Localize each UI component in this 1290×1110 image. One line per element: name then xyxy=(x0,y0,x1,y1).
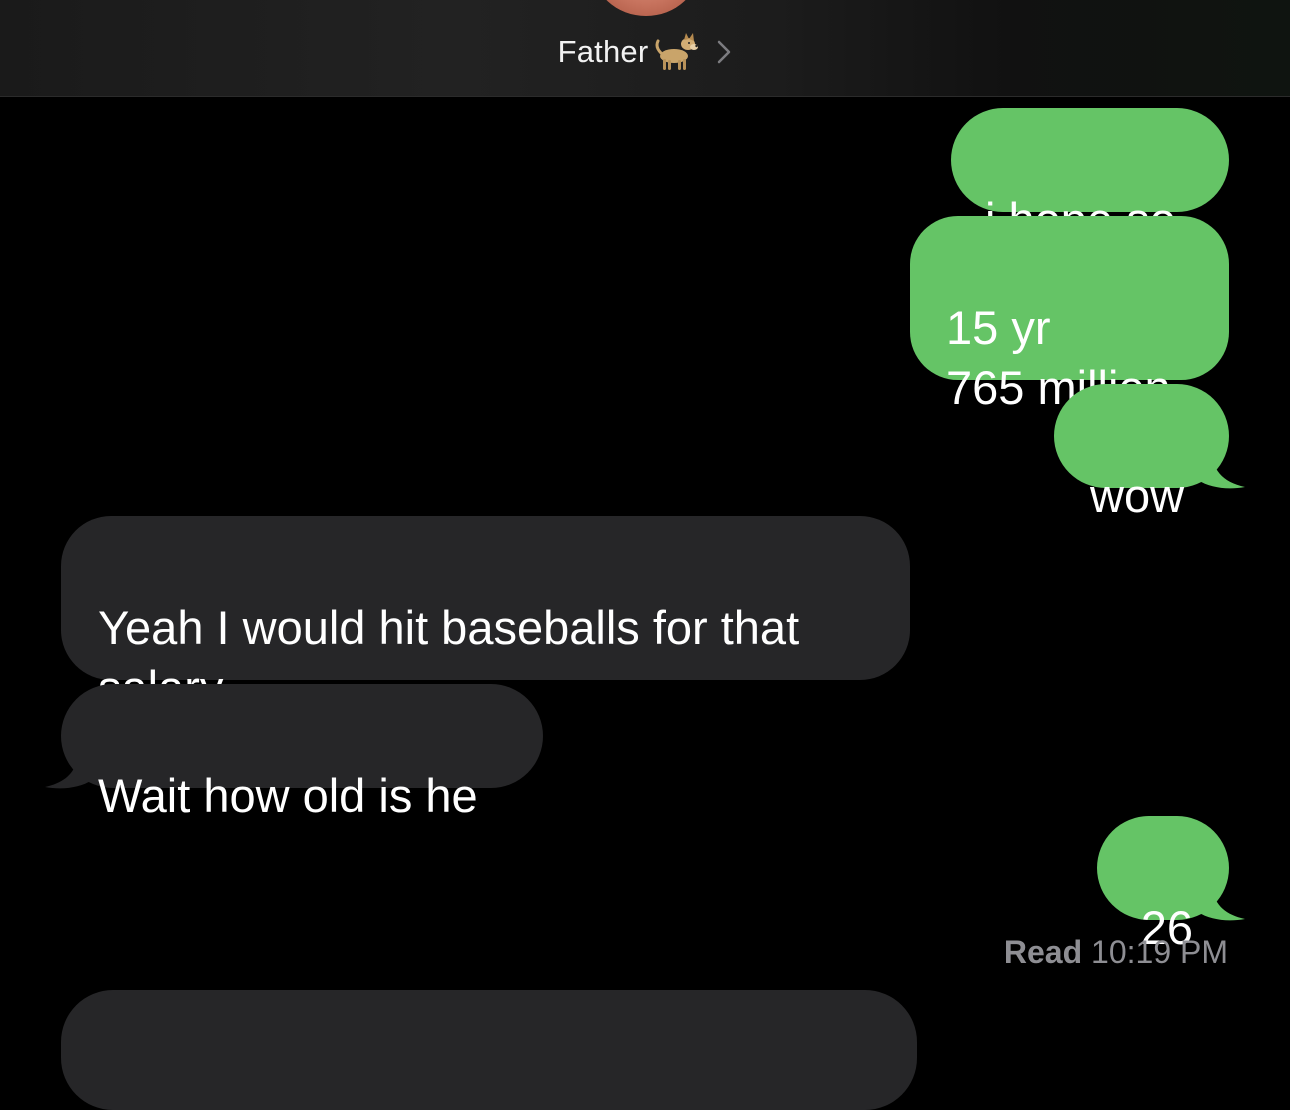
message-bubble-received-partial[interactable] xyxy=(61,990,917,1110)
bubble-tail xyxy=(45,746,92,789)
conversation-header: Father xyxy=(0,0,1290,97)
bubble-tail xyxy=(1198,446,1245,489)
contact-info-button[interactable]: Father xyxy=(0,30,1290,74)
message-bubble-received[interactable]: Yeah I would hit baseballs for that sala… xyxy=(61,516,910,714)
message-text: Wait how old is he xyxy=(98,769,478,822)
message-bubble-received[interactable]: Wait how old is he xyxy=(61,684,543,822)
message-bubble-sent[interactable]: 15 yr 765 million xyxy=(910,216,1229,414)
chevron-right-icon xyxy=(716,39,732,65)
read-receipt: Read 10:19 PM xyxy=(1004,934,1228,971)
bubble-tail xyxy=(1198,878,1245,921)
message-text: wow xyxy=(1090,469,1185,522)
dog-icon xyxy=(654,32,700,72)
contact-name: Father xyxy=(557,34,649,69)
message-bubble-sent[interactable]: i hope so xyxy=(951,108,1229,246)
read-label: Read xyxy=(1003,934,1083,970)
read-time: 10:19 PM xyxy=(1091,934,1228,970)
avatar[interactable] xyxy=(592,0,700,16)
